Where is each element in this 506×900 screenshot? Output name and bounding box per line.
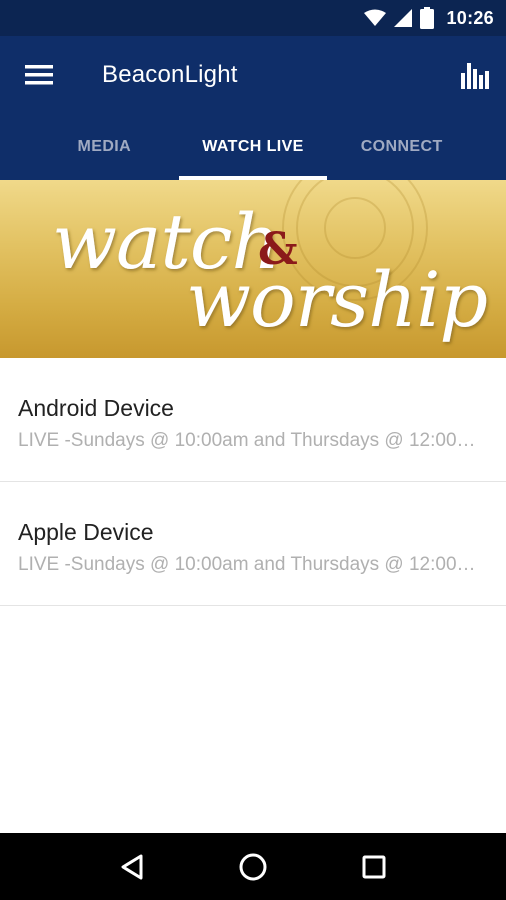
item-subtitle: LIVE -Sundays @ 10:00am and Thursdays @ … bbox=[18, 554, 478, 575]
item-title: Android Device bbox=[18, 395, 174, 421]
status-bar: 10:26 bbox=[0, 0, 506, 36]
app-bar: BeaconLight bbox=[0, 36, 506, 114]
home-icon bbox=[239, 853, 267, 880]
back-icon bbox=[121, 854, 143, 879]
tab-connect[interactable]: CONNECT bbox=[327, 114, 476, 180]
system-nav-bar bbox=[0, 833, 506, 900]
battery-icon bbox=[420, 7, 435, 29]
banner-word-worship: worship bbox=[186, 255, 487, 344]
list-item-apple[interactable]: Apple Device LIVE -Sundays @ 10:00am and… bbox=[0, 482, 506, 606]
list-item-android[interactable]: Android Device LIVE -Sundays @ 10:00am a… bbox=[0, 358, 506, 482]
item-subtitle: LIVE -Sundays @ 10:00am and Thursdays @ … bbox=[18, 430, 478, 451]
menu-button[interactable] bbox=[0, 36, 80, 114]
status-time: 10:26 bbox=[446, 7, 494, 28]
watch-worship-banner: watch & worship bbox=[0, 180, 506, 358]
tab-bar: MEDIA WATCH LIVE CONNECT bbox=[0, 114, 506, 180]
home-button[interactable] bbox=[223, 837, 283, 897]
back-button[interactable] bbox=[102, 837, 162, 897]
live-stream-list: Android Device LIVE -Sundays @ 10:00am a… bbox=[0, 358, 506, 606]
app-title: BeaconLight bbox=[102, 61, 238, 88]
hamburger-menu-icon bbox=[25, 65, 53, 85]
recents-icon bbox=[362, 855, 386, 878]
wifi-icon bbox=[364, 9, 387, 26]
cell-signal-icon bbox=[394, 9, 413, 27]
bar-chart-icon bbox=[461, 63, 489, 89]
recents-button[interactable] bbox=[344, 837, 404, 897]
stats-button[interactable] bbox=[444, 36, 506, 114]
tab-media[interactable]: MEDIA bbox=[30, 114, 179, 180]
item-title: Apple Device bbox=[18, 519, 154, 545]
tab-watch-live[interactable]: WATCH LIVE bbox=[178, 114, 328, 180]
